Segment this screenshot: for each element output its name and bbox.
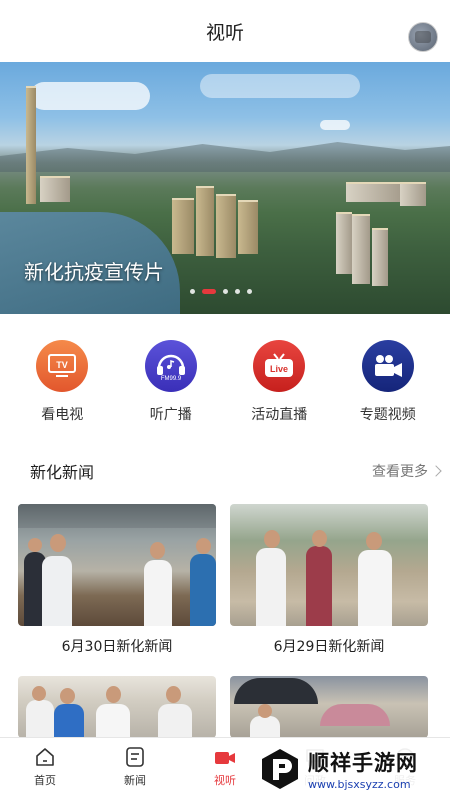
banner-building [26,86,36,204]
banner-building [40,176,70,202]
quick-link-radio[interactable]: FM99.9 听广播 [121,340,221,430]
banner-building [346,182,404,202]
video-camera-icon [361,340,414,392]
svg-text:TV: TV [56,360,68,370]
banner-building [372,228,388,286]
home-icon [36,748,54,766]
news-icon [126,747,144,767]
news-title: 6月29日新化新闻 [273,639,385,655]
news-section-header: 新化新闻 查看更多 [30,458,442,484]
carousel-dot[interactable] [235,289,240,294]
carousel-dot[interactable] [247,289,252,294]
chevron-right-icon [430,465,442,477]
page-title: 视听 [205,21,244,44]
quick-link-label: 专题视频 [359,407,416,423]
tab-label: 首页 [34,774,56,787]
live-tv-icon: Live [253,340,306,392]
quick-link-video[interactable]: 专题视频 [338,340,438,430]
banner-cloud [30,82,150,110]
see-more-link[interactable]: 查看更多 [372,461,442,481]
user-avatar[interactable] [408,22,438,52]
watermark-url: www.bjsxsyzz.com [308,778,411,791]
banner-carousel[interactable]: 新化抗疫宣传片 [0,62,450,314]
video-icon [215,752,235,764]
carousel-dot-active[interactable] [202,289,216,294]
news-card[interactable]: 6月29日新化新闻 [230,504,428,656]
tab-label: 视听 [214,774,236,787]
quick-link-label: 看电视 [41,407,84,423]
section-title: 新化新闻 [30,463,95,482]
news-title: 6月30日新化新闻 [61,639,173,655]
see-more-label: 查看更多 [372,464,428,480]
quick-link-label: 听广播 [149,407,192,423]
site-watermark: 顺祥手游网 www.bjsxsyzz.com [252,738,450,800]
banner-building [352,214,370,284]
svg-text:Live: Live [270,364,288,374]
tab-news[interactable]: 新闻 [95,746,175,800]
quick-link-label: 活动直播 [251,407,308,423]
svg-text:FM99.9: FM99.9 [161,376,182,382]
banner-building [196,186,214,256]
banner-building [336,212,352,274]
tv-icon: TV [36,340,89,392]
banner-caption: 新化抗疫宣传片 [24,260,164,284]
carousel-dot[interactable] [190,289,195,294]
banner-building [216,194,236,258]
news-card[interactable]: 6月30日新化新闻 [18,504,216,656]
news-thumbnail [18,504,216,626]
news-thumbnail [18,676,216,738]
tab-label: 新闻 [124,774,146,787]
news-thumbnail [230,676,428,738]
banner-building [172,198,194,254]
quick-link-live[interactable]: Live 活动直播 [229,340,329,430]
watermark-title: 顺祥手游网 [308,751,418,775]
watermark-logo-icon [262,749,298,789]
carousel-indicator [190,289,252,294]
banner-building [238,200,258,254]
carousel-dot[interactable] [223,289,228,294]
banner-mountains [0,142,450,172]
radio-headphones-icon: FM99.9 [144,340,197,392]
quick-links: TV 看电视 FM99.9 听广播 Live 活动直播 专题视频 [0,340,450,430]
tab-home[interactable]: 首页 [5,746,85,800]
banner-cloud [320,120,350,130]
banner-building [400,182,426,206]
banner-cloud [200,74,360,98]
quick-link-tv[interactable]: TV 看电视 [12,340,112,430]
news-thumbnail [230,504,428,626]
top-bar: 视听 [0,0,450,62]
